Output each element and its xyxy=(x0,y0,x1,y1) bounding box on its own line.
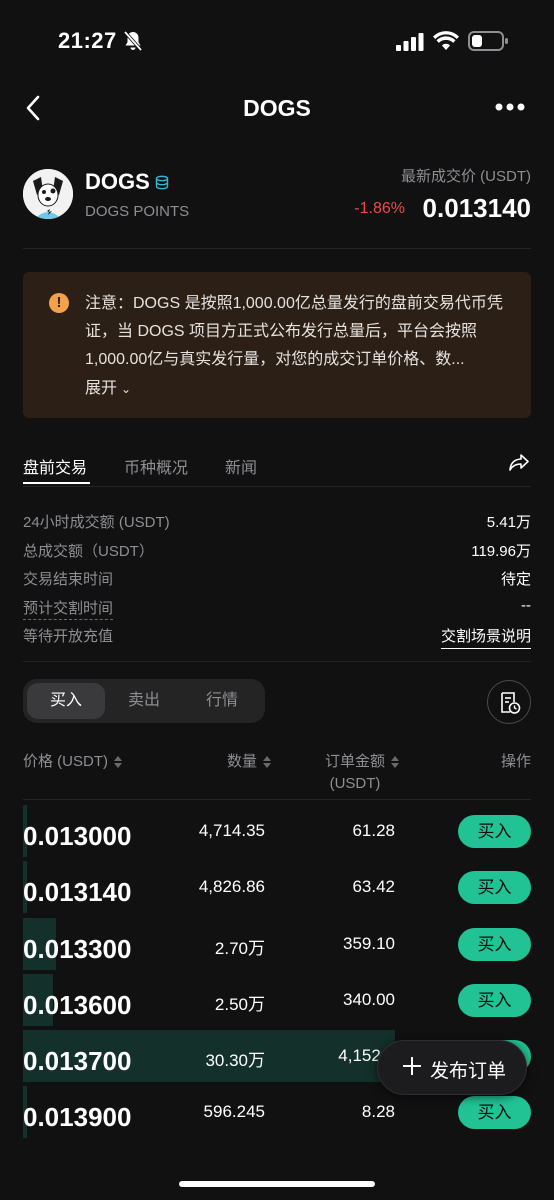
order-table-header: 价格 (USDT) 数量 订单金额 (USDT) 操作 xyxy=(23,746,531,796)
more-icon[interactable] xyxy=(494,102,526,112)
stat-label: 交易结束时间 xyxy=(23,571,114,588)
active-tab-indicator xyxy=(23,482,90,484)
stat-label: 24小时成交额 (USDT) xyxy=(23,514,170,531)
sort-icon xyxy=(263,755,271,769)
order-qty: 4,826.86 xyxy=(198,877,265,897)
tab-news[interactable]: 新闻 xyxy=(225,454,257,478)
buy-button[interactable]: 买入 xyxy=(458,983,531,1017)
amount-header-label: 订单金额 xyxy=(324,753,385,770)
token-subtitle: DOGS POINTS xyxy=(85,203,190,220)
order-row: 0.013140 4,826.86 63.42 买入 xyxy=(23,860,531,916)
sort-icon xyxy=(114,755,122,769)
notice-expand-link[interactable]: 展开 ⌄ xyxy=(85,374,131,398)
post-order-button[interactable]: 发布订单 xyxy=(377,1040,527,1095)
price-header-label: 价格 (USDT) xyxy=(23,753,108,770)
stat-value: 待定 xyxy=(500,571,531,588)
order-qty: 2.70万 xyxy=(214,938,265,958)
order-row: 0.013000 4,714.35 61.28 买入 xyxy=(23,804,531,860)
last-price-label: 最新成交价 (USDT) xyxy=(401,168,531,185)
amount-header-unit: (USDT) xyxy=(329,775,381,792)
order-row: 0.013600 2.50万 340.00 买入 xyxy=(23,973,531,1029)
stat-label-tooltip[interactable]: 预计交割时间 xyxy=(23,597,114,620)
order-price: 0.013000 xyxy=(23,821,132,851)
order-price: 0.013900 xyxy=(23,1102,132,1133)
buy-button[interactable]: 买入 xyxy=(458,815,531,848)
divider xyxy=(23,486,531,487)
order-price: 0.013300 xyxy=(23,933,132,964)
divider xyxy=(23,248,531,249)
notice-text: 注意：DOGS 是按照1,000.00亿总量发行的盘前交易代币凭证，当 DOGS… xyxy=(85,295,503,368)
order-amount: 8.28 xyxy=(361,1102,395,1122)
order-qty: 2.50万 xyxy=(214,994,265,1014)
order-qty: 30.30万 xyxy=(205,1051,265,1071)
stat-value: -- xyxy=(521,596,531,614)
order-history-button[interactable] xyxy=(487,680,531,724)
delivery-scenario-link[interactable]: 交割场景说明 xyxy=(440,625,531,649)
status-bar: 21:27 xyxy=(0,0,554,80)
stat-row: 交易结束时间 待定 xyxy=(23,565,531,594)
database-icon[interactable] xyxy=(154,175,170,191)
plus-icon xyxy=(403,1057,421,1075)
buy-button[interactable]: 买入 xyxy=(458,927,531,961)
battery-icon xyxy=(468,31,508,51)
stats-list: 24小时成交额 (USDT) 5.41万 总成交额（USDT） 119.96万 … xyxy=(23,508,531,651)
post-order-label: 发布订单 xyxy=(430,1061,507,1082)
token-name: DOGS xyxy=(85,169,150,194)
order-amount: 63.42 xyxy=(352,877,395,897)
stat-row: 总成交额（USDT） 119.96万 xyxy=(23,537,531,566)
price-column-header[interactable]: 价格 (USDT) xyxy=(23,750,122,771)
segment-sell[interactable]: 卖出 xyxy=(105,683,183,719)
divider xyxy=(23,661,531,662)
buy-button[interactable]: 买入 xyxy=(458,1096,531,1130)
tab-pre-market[interactable]: 盘前交易 xyxy=(23,454,87,478)
sort-icon xyxy=(391,755,399,769)
stat-value: 119.96万 xyxy=(471,542,531,560)
wifi-icon xyxy=(433,31,459,50)
tab-bar: 盘前交易 币种概况 新闻 xyxy=(23,446,531,486)
amount-column-header[interactable]: 订单金额 (USDT) xyxy=(325,750,399,792)
nav-bar: DOGS xyxy=(0,80,554,136)
stat-label: 总成交额（USDT） xyxy=(23,542,154,560)
order-row: 0.013300 2.70万 359.10 买入 xyxy=(23,917,531,973)
order-amount: 340.00 xyxy=(343,989,395,1009)
order-history-icon xyxy=(501,692,521,714)
order-amount: 359.10 xyxy=(343,933,395,953)
order-qty: 596.245 xyxy=(203,1102,265,1122)
action-column-header: 操作 xyxy=(500,753,531,770)
price-change: -1.86% xyxy=(354,200,405,217)
share-icon[interactable] xyxy=(509,452,529,472)
order-price: 0.013140 xyxy=(23,877,132,908)
chevron-down-icon: ⌄ xyxy=(121,382,132,396)
last-price: 0.013140 xyxy=(422,193,531,223)
notice-banner: ! 注意：DOGS 是按照1,000.00亿总量发行的盘前交易代币凭证，当 DO… xyxy=(23,272,531,418)
divider xyxy=(23,799,531,800)
stat-value: 5.41万 xyxy=(486,514,531,531)
qty-header-label: 数量 xyxy=(226,753,257,770)
tab-overview[interactable]: 币种概况 xyxy=(124,454,188,478)
order-price: 0.013600 xyxy=(23,989,132,1020)
home-indicator xyxy=(179,1181,375,1187)
segment-market[interactable]: 行情 xyxy=(183,683,261,719)
warning-icon: ! xyxy=(49,293,69,313)
buy-button[interactable]: 买入 xyxy=(458,871,531,905)
order-amount: 61.28 xyxy=(352,821,395,840)
segment-buy[interactable]: 买入 xyxy=(27,683,105,719)
order-qty: 4,714.35 xyxy=(198,821,265,840)
side-segmented-control: 买入 卖出 行情 xyxy=(23,679,265,723)
page-title: DOGS xyxy=(243,95,311,121)
token-header: DOGS DOGS POINTS 最新成交价 (USDT) -1.86% 0.0… xyxy=(23,165,531,225)
qty-column-header[interactable]: 数量 xyxy=(227,750,271,771)
stat-label: 等待开放充值 xyxy=(23,628,114,645)
bell-off-icon xyxy=(123,30,143,52)
dog-logo-icon xyxy=(23,169,73,219)
cellular-signal-icon xyxy=(396,33,424,51)
stat-row: 24小时成交额 (USDT) 5.41万 xyxy=(23,508,531,537)
token-avatar xyxy=(23,169,73,219)
expand-label: 展开 xyxy=(85,380,118,397)
stat-row: 等待开放充值 交割场景说明 xyxy=(23,622,531,651)
stat-row: 预计交割时间 -- xyxy=(23,594,531,623)
status-time: 21:27 xyxy=(58,28,117,53)
